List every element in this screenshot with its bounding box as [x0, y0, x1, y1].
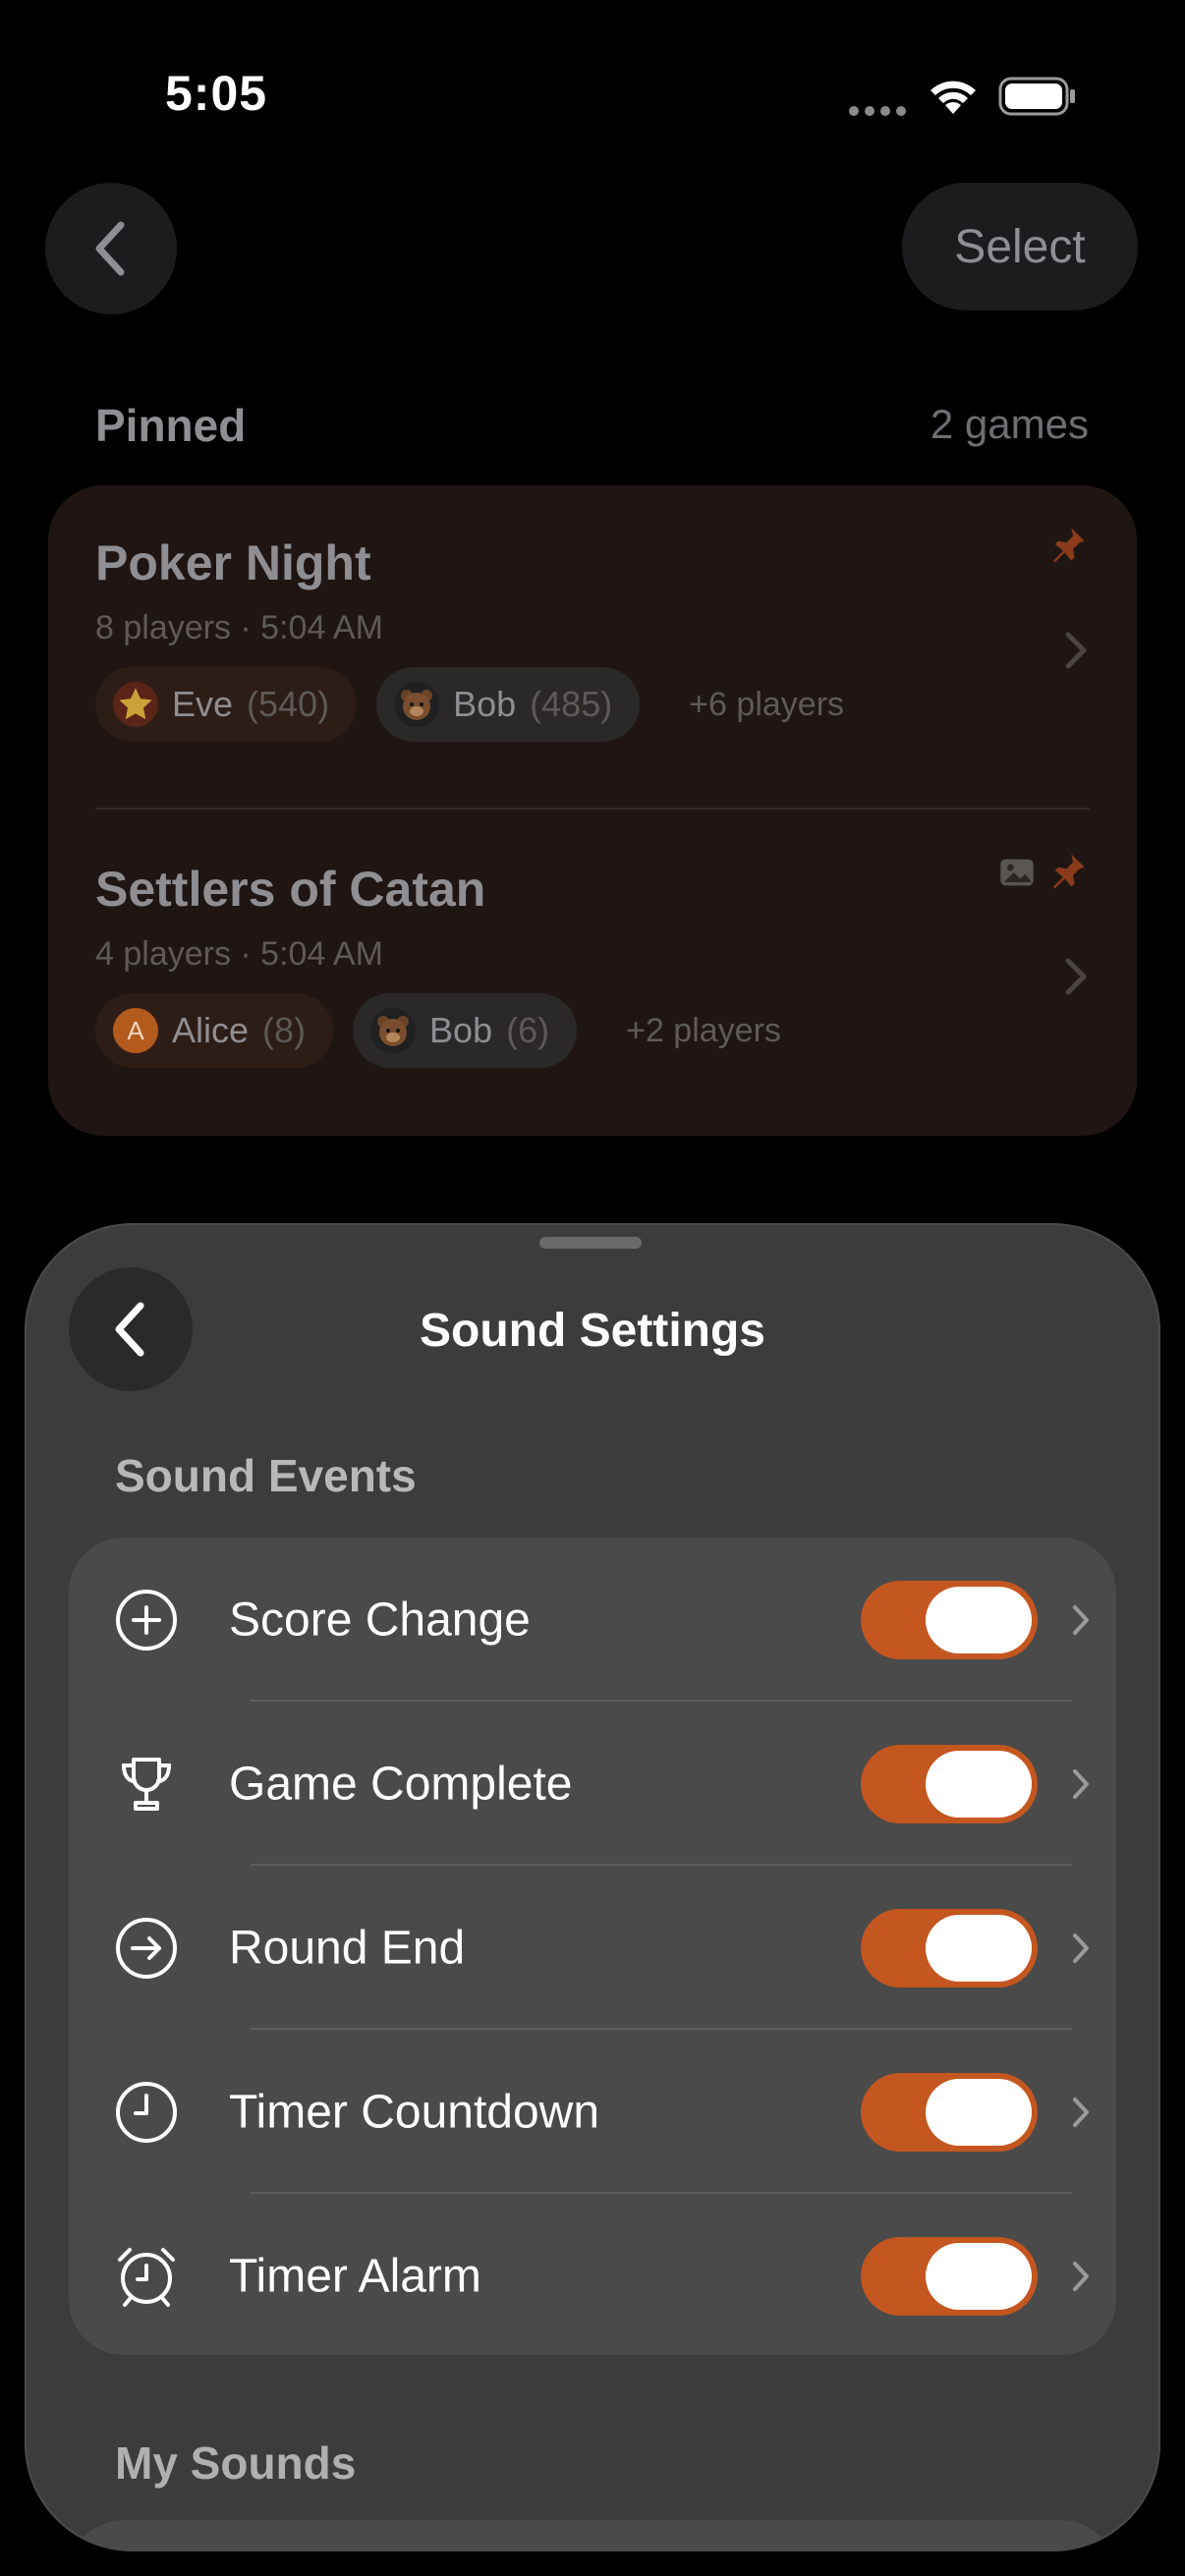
divider	[95, 808, 1090, 810]
player-score: (485)	[530, 684, 613, 724]
player-chip: Eve (540)	[95, 667, 358, 742]
sound-event-row-score-change[interactable]: Score Change	[69, 1538, 1116, 1702]
sound-event-toggle[interactable]	[861, 2072, 1038, 2152]
game-row-poker-night[interactable]: Poker Night 8 players · 5:04 AM Eve (540…	[95, 534, 1090, 742]
back-button[interactable]	[45, 183, 177, 314]
chevron-right-icon	[1073, 2261, 1089, 2291]
game-title: Poker Night	[95, 535, 371, 590]
avatar: A	[113, 1008, 158, 1053]
battery-icon	[998, 77, 1075, 116]
bear-icon	[370, 1008, 417, 1053]
sound-settings-sheet: Sound Settings Sound Events Score Change…	[25, 1223, 1160, 2551]
pinned-count: 2 games	[930, 401, 1089, 447]
my-sounds-list	[69, 2520, 1116, 2551]
sound-event-row-timer-countdown[interactable]: Timer Countdown	[69, 2030, 1116, 2194]
chevron-right-icon	[1065, 632, 1087, 669]
sheet-grabber[interactable]	[539, 1237, 642, 1249]
star-icon	[113, 682, 158, 727]
sound-event-label: Game Complete	[229, 1758, 573, 1810]
sound-event-label: Timer Countdown	[229, 2086, 600, 2138]
clock-icon	[116, 2081, 177, 2143]
sound-events-list: Score Change Game Complete Round End Tim…	[69, 1538, 1116, 2355]
player-name: Eve	[172, 684, 234, 724]
chevron-right-icon	[1065, 958, 1087, 995]
arrow-circle-icon	[116, 1917, 177, 1979]
sound-event-toggle[interactable]	[861, 2236, 1038, 2316]
player-name: Bob	[429, 1010, 493, 1050]
chevron-right-icon	[1073, 1932, 1089, 1963]
section-title-sound-events: Sound Events	[115, 1450, 417, 1501]
status-time: 5:05	[165, 66, 268, 121]
pin-icon	[1053, 854, 1085, 889]
player-score: (540)	[247, 684, 330, 724]
section-title-pinned: Pinned	[95, 400, 247, 451]
player-chip: A Alice (8)	[95, 993, 334, 1068]
player-chip: Bob (485)	[376, 667, 641, 742]
pinned-games-card: Poker Night 8 players · 5:04 AM Eve (540…	[48, 485, 1137, 1136]
game-title: Settlers of Catan	[95, 862, 486, 917]
chevron-right-icon	[1073, 1768, 1089, 1799]
game-subtitle: 8 players · 5:04 AM	[95, 609, 383, 646]
sound-event-toggle[interactable]	[861, 1580, 1038, 1659]
sound-event-toggle[interactable]	[861, 1744, 1038, 1823]
sound-event-label: Round End	[229, 1922, 466, 1974]
bear-icon	[394, 682, 440, 727]
player-score: (6)	[506, 1010, 550, 1050]
game-subtitle: 4 players · 5:04 AM	[95, 935, 383, 973]
more-players: +2 players	[626, 1011, 781, 1049]
chevron-right-icon	[1073, 1604, 1089, 1635]
sound-event-label: Score Change	[229, 1594, 531, 1646]
photo-icon	[1000, 859, 1034, 886]
alarm-clock-icon	[118, 2247, 175, 2307]
player-score: (8)	[262, 1010, 307, 1050]
section-title-my-sounds: My Sounds	[115, 2437, 357, 2489]
select-button[interactable]: Select	[902, 183, 1138, 310]
more-players: +6 players	[689, 685, 845, 723]
chevron-right-icon	[1073, 2097, 1089, 2127]
sound-event-label: Timer Alarm	[229, 2250, 481, 2302]
player-name: Bob	[453, 684, 517, 724]
trophy-icon	[121, 1757, 172, 1811]
plus-circle-icon	[116, 1589, 177, 1651]
wifi-icon	[931, 81, 976, 114]
player-name: Alice	[172, 1010, 250, 1050]
sound-event-row-game-complete[interactable]: Game Complete	[69, 1702, 1116, 1866]
player-chip: Bob (6)	[353, 993, 578, 1068]
sound-event-row-timer-alarm[interactable]: Timer Alarm	[69, 2194, 1116, 2358]
sheet-title: Sound Settings	[420, 1305, 765, 1357]
chevron-left-icon	[95, 221, 125, 276]
cellular-signal-icon	[849, 106, 908, 118]
game-row-settlers-of-catan[interactable]: Settlers of Catan 4 players · 5:04 AM A …	[95, 861, 1090, 1068]
pin-icon	[1053, 528, 1085, 563]
sound-event-row-round-end[interactable]: Round End	[69, 1866, 1116, 2030]
sound-event-toggle[interactable]	[861, 1908, 1038, 1988]
